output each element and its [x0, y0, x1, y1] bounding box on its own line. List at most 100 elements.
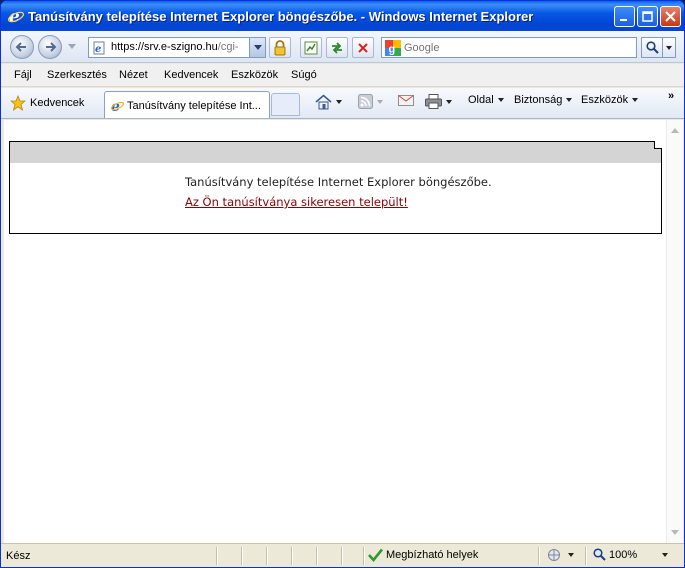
security-zone[interactable]: Megbízható helyek	[368, 548, 478, 562]
chevron-down-icon	[632, 98, 639, 102]
compatibility-view-button[interactable]	[300, 37, 322, 58]
close-button[interactable]	[660, 6, 681, 27]
new-tab-button[interactable]	[271, 93, 300, 116]
page-icon: e	[93, 41, 105, 55]
url-text[interactable]: https://srv.e-szigno.hu/cgi-	[111, 41, 247, 53]
refresh-button[interactable]	[326, 37, 348, 58]
menu-view[interactable]: Nézet	[119, 69, 148, 81]
home-button[interactable]	[315, 94, 342, 110]
scroll-up-button[interactable]	[667, 122, 683, 139]
print-dropdown-icon[interactable]	[446, 99, 452, 104]
zoom-level: 100%	[609, 548, 638, 561]
svg-text:e: e	[95, 44, 101, 55]
status-text: Kész	[6, 550, 31, 562]
tools-menu-label: Eszközök	[581, 94, 629, 106]
home-dropdown-icon[interactable]	[336, 100, 342, 104]
scroll-down-button[interactable]	[667, 524, 683, 541]
protected-mode-icon	[548, 549, 560, 561]
status-divider	[266, 547, 267, 565]
chevron-up-icon	[671, 128, 679, 133]
forward-arrow-icon	[46, 42, 57, 52]
window-title: Tanúsítvány telepítése Internet Explorer…	[28, 9, 534, 24]
search-icon	[645, 41, 659, 54]
favorites-label: Kedvencek	[30, 97, 85, 109]
back-button[interactable]	[10, 35, 34, 59]
google-icon: g	[385, 40, 401, 56]
page-menu-label: Oldal	[468, 94, 494, 106]
security-menu-button[interactable]: Biztonság	[514, 94, 573, 106]
lock-icon	[274, 39, 286, 55]
status-divider	[316, 547, 317, 565]
address-dropdown-button[interactable]	[249, 38, 265, 57]
zoom-button[interactable]: 100%	[593, 548, 669, 561]
maximize-icon	[642, 11, 653, 22]
checkmark-icon	[368, 548, 383, 562]
status-divider	[341, 547, 342, 565]
chevron-down-icon	[666, 45, 672, 50]
svg-text:g: g	[389, 44, 396, 56]
search-button[interactable]	[641, 37, 663, 58]
chevron-down-icon	[671, 530, 679, 535]
security-lock-button[interactable]	[269, 37, 291, 58]
stop-x-icon	[358, 42, 368, 53]
search-input[interactable]	[404, 40, 632, 55]
install-message: Tanúsítvány telepítése Internet Explorer…	[185, 175, 492, 189]
tab-title: Tanúsítvány telepítése Int...	[127, 100, 261, 112]
chevron-down-icon	[566, 98, 573, 102]
star-icon	[10, 95, 26, 111]
search-options-dropdown[interactable]	[663, 37, 676, 58]
status-divider	[291, 547, 292, 565]
maximize-button[interactable]	[637, 6, 658, 27]
feeds-dropdown-icon[interactable]	[377, 99, 383, 104]
status-bar: Kész Megbízható helyek 100%	[1, 543, 684, 567]
stop-button[interactable]	[352, 37, 374, 58]
menu-tools[interactable]: Eszközök	[231, 69, 278, 81]
title-bar[interactable]: e Tanúsítvány telepítése Internet Explor…	[1, 1, 684, 31]
tools-menu-button[interactable]: Eszközök	[581, 94, 639, 106]
printer-icon	[425, 94, 442, 109]
protected-mode-button[interactable]	[547, 548, 574, 562]
menu-file[interactable]: Fájl	[14, 69, 32, 81]
minimize-button[interactable]	[614, 6, 635, 27]
status-divider	[585, 547, 586, 565]
search-box[interactable]: g	[381, 37, 637, 58]
result-panel: Tanúsítvány telepítése Internet Explorer…	[9, 141, 662, 234]
menu-bar: Fájl Szerkesztés Nézet Kedvencek Eszközö…	[1, 64, 684, 87]
chevron-down-icon	[497, 98, 504, 102]
ie-logo-icon: e	[7, 7, 25, 25]
mail-icon	[398, 95, 414, 106]
forward-button[interactable]	[38, 35, 62, 59]
back-arrow-icon	[15, 42, 26, 52]
page-content: Tanúsítvány telepítése Internet Explorer…	[4, 120, 666, 543]
address-bar[interactable]: e https://srv.e-szigno.hu/cgi-	[88, 37, 266, 58]
rss-feed-icon	[358, 94, 373, 109]
print-button[interactable]	[425, 94, 452, 109]
history-dropdown-icon[interactable]	[68, 44, 76, 50]
more-commands-chevron-icon[interactable]: »	[668, 90, 674, 102]
success-link[interactable]: Az Ön tanúsítványa sikeresen települt!	[185, 195, 408, 209]
panel-header	[10, 142, 661, 163]
menu-edit[interactable]: Szerkesztés	[47, 69, 107, 81]
status-divider	[363, 547, 364, 565]
page-menu-button[interactable]: Oldal	[468, 94, 504, 106]
security-zone-label: Megbízható helyek	[386, 549, 479, 561]
chevron-down-icon	[662, 552, 669, 557]
read-mail-button[interactable]	[398, 94, 414, 107]
status-divider	[538, 547, 539, 565]
favorites-button[interactable]: Kedvencek	[10, 95, 84, 111]
zoom-magnifier-icon	[593, 548, 606, 561]
menu-help[interactable]: Súgó	[291, 69, 317, 81]
feeds-button[interactable]	[358, 94, 383, 109]
refresh-icon	[332, 41, 342, 54]
address-toolbar: e https://srv.e-szigno.hu/cgi- g Google	[1, 31, 684, 63]
vertical-scrollbar[interactable]	[666, 120, 683, 543]
status-divider	[216, 547, 217, 565]
status-divider	[241, 547, 242, 565]
command-bar: Kedvencek e Tanúsítvány telepítése Int..…	[1, 88, 684, 119]
menu-favorites[interactable]: Kedvencek	[164, 69, 218, 81]
panel-corner	[654, 141, 662, 149]
chevron-down-icon	[568, 553, 574, 557]
compatibility-view-icon	[304, 41, 318, 54]
tab-active[interactable]: e Tanúsítvány telepítése Int...	[104, 91, 270, 118]
security-menu-label: Biztonság	[514, 94, 563, 106]
